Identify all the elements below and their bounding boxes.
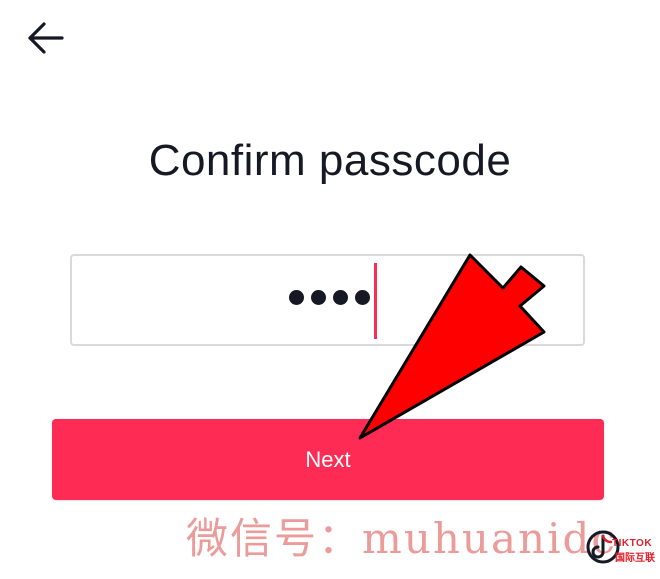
passcode-dot (355, 290, 370, 305)
next-button[interactable]: Next (52, 419, 604, 500)
brand-logo-top-text: TIKTOK (612, 538, 653, 549)
text-caret (374, 263, 377, 339)
passcode-dot (333, 290, 348, 305)
brand-logo-bottom-text: 国际互联 (615, 553, 655, 564)
back-button[interactable] (22, 18, 70, 58)
passcode-dot (311, 290, 326, 305)
watermark-text: 微信号：muhuanidc (186, 514, 617, 563)
passcode-dots (289, 290, 370, 305)
passcode-dot (289, 290, 304, 305)
passcode-input[interactable] (70, 254, 585, 346)
page-title: Confirm passcode (148, 136, 512, 185)
arrow-left-icon (28, 22, 64, 54)
brand-logo: TIKTOK 国际互联 (582, 528, 660, 579)
